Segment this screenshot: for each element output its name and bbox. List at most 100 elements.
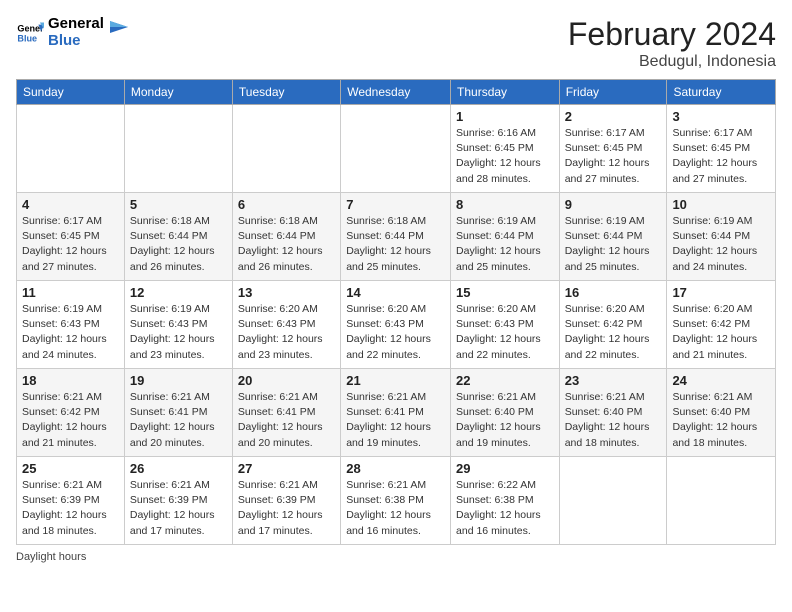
day-number: 16 [565, 285, 662, 300]
day-number: 26 [130, 461, 227, 476]
day-number: 25 [22, 461, 119, 476]
day-number: 10 [672, 197, 770, 212]
calendar-week-row: 4 Sunrise: 6:17 AM Sunset: 6:45 PM Dayli… [17, 193, 776, 281]
day-info: Sunrise: 6:21 AM Sunset: 6:40 PM Dayligh… [456, 390, 554, 451]
day-info: Sunrise: 6:21 AM Sunset: 6:42 PM Dayligh… [22, 390, 119, 451]
day-number: 13 [238, 285, 335, 300]
day-number: 20 [238, 373, 335, 388]
day-number: 6 [238, 197, 335, 212]
calendar-cell: 23 Sunrise: 6:21 AM Sunset: 6:40 PM Dayl… [559, 369, 667, 457]
day-number: 9 [565, 197, 662, 212]
logo-general: General [48, 16, 104, 33]
day-number: 18 [22, 373, 119, 388]
day-info: Sunrise: 6:19 AM Sunset: 6:44 PM Dayligh… [672, 214, 770, 275]
title-block: February 2024 Bedugul, Indonesia [568, 16, 776, 71]
calendar-cell: 19 Sunrise: 6:21 AM Sunset: 6:41 PM Dayl… [124, 369, 232, 457]
calendar-cell: 5 Sunrise: 6:18 AM Sunset: 6:44 PM Dayli… [124, 193, 232, 281]
location-title: Bedugul, Indonesia [568, 53, 776, 71]
day-number: 15 [456, 285, 554, 300]
calendar-cell: 3 Sunrise: 6:17 AM Sunset: 6:45 PM Dayli… [667, 105, 776, 193]
day-number: 3 [672, 109, 770, 124]
calendar-cell: 15 Sunrise: 6:20 AM Sunset: 6:43 PM Dayl… [451, 281, 560, 369]
calendar-cell [559, 457, 667, 545]
day-number: 11 [22, 285, 119, 300]
day-number: 28 [346, 461, 445, 476]
day-number: 14 [346, 285, 445, 300]
calendar-week-row: 1 Sunrise: 6:16 AM Sunset: 6:45 PM Dayli… [17, 105, 776, 193]
calendar-cell: 2 Sunrise: 6:17 AM Sunset: 6:45 PM Dayli… [559, 105, 667, 193]
calendar-header-row: SundayMondayTuesdayWednesdayThursdayFrid… [17, 80, 776, 105]
calendar-cell [124, 105, 232, 193]
day-number: 2 [565, 109, 662, 124]
day-info: Sunrise: 6:22 AM Sunset: 6:38 PM Dayligh… [456, 478, 554, 539]
day-info: Sunrise: 6:19 AM Sunset: 6:43 PM Dayligh… [22, 302, 119, 363]
calendar-cell: 21 Sunrise: 6:21 AM Sunset: 6:41 PM Dayl… [341, 369, 451, 457]
day-number: 29 [456, 461, 554, 476]
calendar-cell: 10 Sunrise: 6:19 AM Sunset: 6:44 PM Dayl… [667, 193, 776, 281]
day-info: Sunrise: 6:16 AM Sunset: 6:45 PM Dayligh… [456, 126, 554, 187]
calendar-cell: 7 Sunrise: 6:18 AM Sunset: 6:44 PM Dayli… [341, 193, 451, 281]
calendar-cell: 22 Sunrise: 6:21 AM Sunset: 6:40 PM Dayl… [451, 369, 560, 457]
day-number: 19 [130, 373, 227, 388]
day-info: Sunrise: 6:20 AM Sunset: 6:43 PM Dayligh… [456, 302, 554, 363]
logo-icon: General Blue [16, 19, 44, 47]
calendar-cell: 13 Sunrise: 6:20 AM Sunset: 6:43 PM Dayl… [232, 281, 340, 369]
logo-flag-icon [108, 19, 130, 47]
day-info: Sunrise: 6:21 AM Sunset: 6:39 PM Dayligh… [130, 478, 227, 539]
calendar-cell: 27 Sunrise: 6:21 AM Sunset: 6:39 PM Dayl… [232, 457, 340, 545]
header-day-saturday: Saturday [667, 80, 776, 105]
daylight-label: Daylight hours [16, 551, 86, 563]
header-day-wednesday: Wednesday [341, 80, 451, 105]
day-info: Sunrise: 6:20 AM Sunset: 6:42 PM Dayligh… [672, 302, 770, 363]
day-number: 17 [672, 285, 770, 300]
calendar-cell [17, 105, 125, 193]
header-day-friday: Friday [559, 80, 667, 105]
calendar-cell: 26 Sunrise: 6:21 AM Sunset: 6:39 PM Dayl… [124, 457, 232, 545]
calendar-cell: 6 Sunrise: 6:18 AM Sunset: 6:44 PM Dayli… [232, 193, 340, 281]
day-info: Sunrise: 6:17 AM Sunset: 6:45 PM Dayligh… [22, 214, 119, 275]
day-info: Sunrise: 6:21 AM Sunset: 6:41 PM Dayligh… [346, 390, 445, 451]
day-info: Sunrise: 6:21 AM Sunset: 6:41 PM Dayligh… [130, 390, 227, 451]
calendar-cell: 25 Sunrise: 6:21 AM Sunset: 6:39 PM Dayl… [17, 457, 125, 545]
calendar-cell: 9 Sunrise: 6:19 AM Sunset: 6:44 PM Dayli… [559, 193, 667, 281]
day-number: 23 [565, 373, 662, 388]
header-day-thursday: Thursday [451, 80, 560, 105]
day-number: 5 [130, 197, 227, 212]
calendar-cell: 14 Sunrise: 6:20 AM Sunset: 6:43 PM Dayl… [341, 281, 451, 369]
day-number: 7 [346, 197, 445, 212]
calendar-cell: 17 Sunrise: 6:20 AM Sunset: 6:42 PM Dayl… [667, 281, 776, 369]
page-header: General Blue General Blue February 2024 … [16, 16, 776, 71]
day-info: Sunrise: 6:17 AM Sunset: 6:45 PM Dayligh… [565, 126, 662, 187]
day-info: Sunrise: 6:21 AM Sunset: 6:39 PM Dayligh… [22, 478, 119, 539]
calendar-week-row: 11 Sunrise: 6:19 AM Sunset: 6:43 PM Dayl… [17, 281, 776, 369]
day-info: Sunrise: 6:20 AM Sunset: 6:43 PM Dayligh… [346, 302, 445, 363]
calendar-cell [667, 457, 776, 545]
logo: General Blue General Blue [16, 16, 130, 49]
footer: Daylight hours [16, 551, 776, 563]
day-info: Sunrise: 6:18 AM Sunset: 6:44 PM Dayligh… [346, 214, 445, 275]
calendar-cell: 29 Sunrise: 6:22 AM Sunset: 6:38 PM Dayl… [451, 457, 560, 545]
header-day-sunday: Sunday [17, 80, 125, 105]
day-info: Sunrise: 6:17 AM Sunset: 6:45 PM Dayligh… [672, 126, 770, 187]
day-number: 8 [456, 197, 554, 212]
day-number: 27 [238, 461, 335, 476]
day-number: 4 [22, 197, 119, 212]
calendar-cell: 1 Sunrise: 6:16 AM Sunset: 6:45 PM Dayli… [451, 105, 560, 193]
month-title: February 2024 [568, 16, 776, 53]
calendar-cell [341, 105, 451, 193]
calendar-cell: 11 Sunrise: 6:19 AM Sunset: 6:43 PM Dayl… [17, 281, 125, 369]
day-info: Sunrise: 6:19 AM Sunset: 6:44 PM Dayligh… [456, 214, 554, 275]
calendar-cell: 24 Sunrise: 6:21 AM Sunset: 6:40 PM Dayl… [667, 369, 776, 457]
logo-blue: Blue [48, 33, 104, 50]
calendar-cell: 20 Sunrise: 6:21 AM Sunset: 6:41 PM Dayl… [232, 369, 340, 457]
day-info: Sunrise: 6:21 AM Sunset: 6:40 PM Dayligh… [672, 390, 770, 451]
calendar-cell: 12 Sunrise: 6:19 AM Sunset: 6:43 PM Dayl… [124, 281, 232, 369]
day-info: Sunrise: 6:19 AM Sunset: 6:44 PM Dayligh… [565, 214, 662, 275]
calendar-cell: 16 Sunrise: 6:20 AM Sunset: 6:42 PM Dayl… [559, 281, 667, 369]
day-number: 12 [130, 285, 227, 300]
svg-text:Blue: Blue [17, 33, 37, 43]
calendar-cell: 18 Sunrise: 6:21 AM Sunset: 6:42 PM Dayl… [17, 369, 125, 457]
day-info: Sunrise: 6:19 AM Sunset: 6:43 PM Dayligh… [130, 302, 227, 363]
day-number: 21 [346, 373, 445, 388]
day-info: Sunrise: 6:20 AM Sunset: 6:43 PM Dayligh… [238, 302, 335, 363]
